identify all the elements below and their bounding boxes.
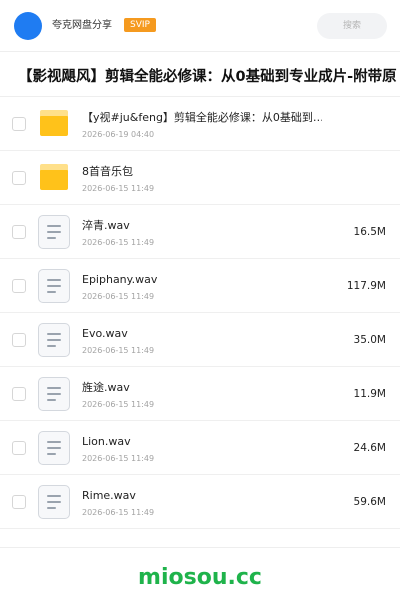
user-name: 夸克网盘分享 xyxy=(52,20,112,31)
file-date: 2026-06-15 11:49 xyxy=(82,292,155,301)
file-size: 35.0M xyxy=(353,334,386,346)
file-name: Evo.wav xyxy=(82,327,128,340)
document-icon xyxy=(38,377,70,411)
file-row[interactable]: 8首音乐包 2026-06-15 11:49 xyxy=(0,151,400,205)
file-row[interactable]: 淬青.wav 2026-06-15 11:49 16.5M xyxy=(0,205,400,259)
file-size: 11.9M xyxy=(353,388,386,400)
row-checkbox[interactable] xyxy=(12,441,26,455)
document-icon xyxy=(38,485,70,519)
share-title: 【影视飓风】剪辑全能必修课：从0基础到专业成片-附带原 xyxy=(18,69,397,85)
file-name: Rime.wav xyxy=(82,489,136,502)
file-name: Lion.wav xyxy=(82,435,131,448)
file-date: 2026-06-15 11:49 xyxy=(82,400,155,409)
document-icon xyxy=(38,431,70,465)
file-size: 16.5M xyxy=(353,226,386,238)
file-row[interactable]: Lion.wav 2026-06-15 11:49 24.6M xyxy=(0,421,400,475)
folder-icon xyxy=(40,110,68,136)
file-date: 2026-06-19 04:40 xyxy=(82,130,155,139)
file-size: 59.6M xyxy=(353,496,386,508)
file-row[interactable]: Rime.wav 2026-06-15 11:49 59.6M xyxy=(0,475,400,529)
row-checkbox[interactable] xyxy=(12,117,26,131)
file-name: 旌途.wav xyxy=(82,381,130,394)
document-icon xyxy=(38,215,70,249)
file-name: 【y视#ju&feng】剪辑全能必修课：从0基础到… xyxy=(82,111,322,124)
svip-badge: SVIP xyxy=(124,18,156,32)
row-checkbox[interactable] xyxy=(12,279,26,293)
folder-icon xyxy=(40,164,68,190)
row-checkbox[interactable] xyxy=(12,387,26,401)
file-date: 2026-06-15 11:49 xyxy=(82,508,155,517)
file-list: 【y视#ju&feng】剪辑全能必修课：从0基础到… 2026-06-19 04… xyxy=(0,97,400,529)
file-name: 8首音乐包 xyxy=(82,165,133,178)
row-checkbox[interactable] xyxy=(12,495,26,509)
app-header: 夸克网盘分享 SVIP 搜索 xyxy=(0,0,400,52)
document-icon xyxy=(38,269,70,303)
row-checkbox[interactable] xyxy=(12,333,26,347)
file-row[interactable]: 【y视#ju&feng】剪辑全能必修课：从0基础到… 2026-06-19 04… xyxy=(0,97,400,151)
divider xyxy=(0,547,400,548)
row-checkbox[interactable] xyxy=(12,225,26,239)
file-name: 淬青.wav xyxy=(82,219,130,232)
file-date: 2026-06-15 11:49 xyxy=(82,184,155,193)
file-name: Epiphany.wav xyxy=(82,273,158,286)
file-size: 117.9M xyxy=(346,280,386,292)
avatar[interactable] xyxy=(14,12,42,40)
row-checkbox[interactable] xyxy=(12,171,26,185)
file-date: 2026-06-15 11:49 xyxy=(82,346,155,355)
watermark: miosou.cc xyxy=(138,565,262,590)
file-row[interactable]: Epiphany.wav 2026-06-15 11:49 117.9M xyxy=(0,259,400,313)
file-date: 2026-06-15 11:49 xyxy=(82,454,155,463)
file-date: 2026-06-15 11:49 xyxy=(82,238,155,247)
file-row[interactable]: Evo.wav 2026-06-15 11:49 35.0M xyxy=(0,313,400,367)
file-size: 24.6M xyxy=(353,442,386,454)
document-icon xyxy=(38,323,70,357)
search-input[interactable]: 搜索 xyxy=(317,13,387,39)
file-row[interactable]: 旌途.wav 2026-06-15 11:49 11.9M xyxy=(0,367,400,421)
